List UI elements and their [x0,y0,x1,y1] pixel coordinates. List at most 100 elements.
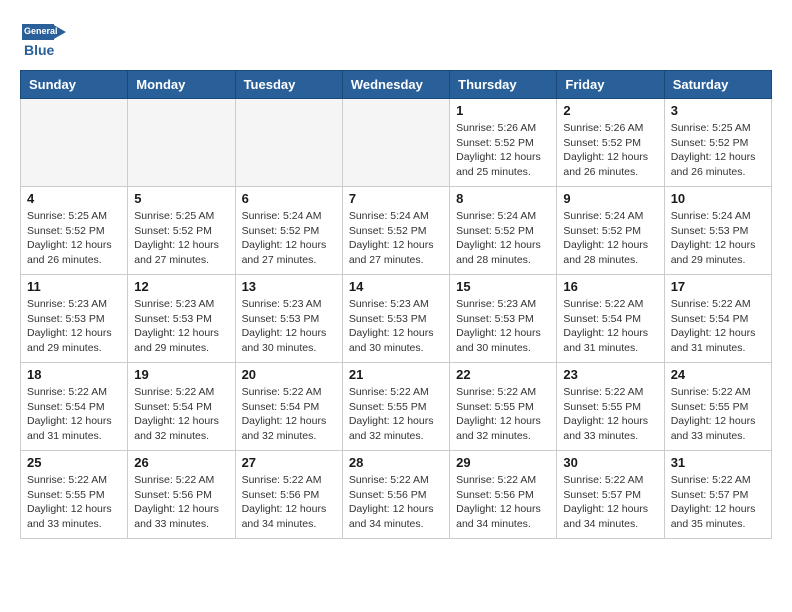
calendar-cell: 10 Sunrise: 5:24 AM Sunset: 5:53 PM Dayli… [664,187,771,275]
day-info: Sunrise: 5:26 AM Sunset: 5:52 PM Dayligh… [563,121,657,180]
calendar-cell: 22 Sunrise: 5:22 AM Sunset: 5:55 PM Dayli… [450,363,557,451]
calendar-cell: 11 Sunrise: 5:23 AM Sunset: 5:53 PM Dayli… [21,275,128,363]
day-header-tuesday: Tuesday [235,71,342,99]
calendar-cell: 26 Sunrise: 5:22 AM Sunset: 5:56 PM Dayli… [128,451,235,539]
day-number: 7 [349,191,443,206]
week-row-5: 25Sunrise: 5:22 AM Sunset: 5:55 PM Dayli… [21,451,772,539]
calendar-cell: 23 Sunrise: 5:22 AM Sunset: 5:55 PM Dayli… [557,363,664,451]
day-info: Sunrise: 5:22 AM Sunset: 5:55 PM Dayligh… [671,385,765,444]
day-info: Sunrise: 5:25 AM Sunset: 5:52 PM Dayligh… [134,209,228,268]
calendar-cell: 31Sunrise: 5:22 AM Sunset: 5:57 PM Dayli… [664,451,771,539]
day-info: Sunrise: 5:22 AM Sunset: 5:54 PM Dayligh… [671,297,765,356]
calendar-cell: 27 Sunrise: 5:22 AM Sunset: 5:56 PM Dayli… [235,451,342,539]
day-header-saturday: Saturday [664,71,771,99]
calendar-table: SundayMondayTuesdayWednesdayThursdayFrid… [20,70,772,539]
day-info: Sunrise: 5:23 AM Sunset: 5:53 PM Dayligh… [242,297,336,356]
calendar-cell: 14 Sunrise: 5:23 AM Sunset: 5:53 PM Dayli… [342,275,449,363]
day-info: Sunrise: 5:24 AM Sunset: 5:52 PM Dayligh… [242,209,336,268]
day-info: Sunrise: 5:22 AM Sunset: 5:56 PM Dayligh… [134,473,228,532]
day-number: 20 [242,367,336,382]
calendar-cell: 29 Sunrise: 5:22 AM Sunset: 5:56 PM Dayli… [450,451,557,539]
day-number: 9 [563,191,657,206]
day-number: 18 [27,367,121,382]
day-number: 19 [134,367,228,382]
week-row-3: 11 Sunrise: 5:23 AM Sunset: 5:53 PM Dayli… [21,275,772,363]
day-number: 5 [134,191,228,206]
day-info: Sunrise: 5:24 AM Sunset: 5:52 PM Dayligh… [456,209,550,268]
calendar-cell [342,99,449,187]
calendar-cell: 13Sunrise: 5:23 AM Sunset: 5:53 PM Dayli… [235,275,342,363]
calendar-cell: 19 Sunrise: 5:22 AM Sunset: 5:54 PM Dayli… [128,363,235,451]
day-number: 10 [671,191,765,206]
day-number: 21 [349,367,443,382]
calendar-cell: 5 Sunrise: 5:25 AM Sunset: 5:52 PM Daylig… [128,187,235,275]
day-info: Sunrise: 5:22 AM Sunset: 5:55 PM Dayligh… [563,385,657,444]
day-number: 27 [242,455,336,470]
day-header-friday: Friday [557,71,664,99]
day-number: 29 [456,455,550,470]
calendar-cell: 20 Sunrise: 5:22 AM Sunset: 5:54 PM Dayli… [235,363,342,451]
day-info: Sunrise: 5:22 AM Sunset: 5:54 PM Dayligh… [242,385,336,444]
day-info: Sunrise: 5:22 AM Sunset: 5:57 PM Dayligh… [671,473,765,532]
calendar-cell: 4Sunrise: 5:25 AM Sunset: 5:52 PM Daylig… [21,187,128,275]
day-number: 11 [27,279,121,294]
day-number: 22 [456,367,550,382]
day-number: 2 [563,103,657,118]
calendar-cell [235,99,342,187]
day-number: 15 [456,279,550,294]
day-info: Sunrise: 5:23 AM Sunset: 5:53 PM Dayligh… [27,297,121,356]
calendar-cell: 16 Sunrise: 5:22 AM Sunset: 5:54 PM Dayli… [557,275,664,363]
day-info: Sunrise: 5:25 AM Sunset: 5:52 PM Dayligh… [671,121,765,180]
day-info: Sunrise: 5:22 AM Sunset: 5:54 PM Dayligh… [563,297,657,356]
day-number: 12 [134,279,228,294]
day-number: 23 [563,367,657,382]
day-number: 26 [134,455,228,470]
calendar-cell: 15Sunrise: 5:23 AM Sunset: 5:53 PM Dayli… [450,275,557,363]
calendar-cell: 9 Sunrise: 5:24 AM Sunset: 5:52 PM Daylig… [557,187,664,275]
day-number: 1 [456,103,550,118]
day-number: 30 [563,455,657,470]
day-info: Sunrise: 5:24 AM Sunset: 5:52 PM Dayligh… [349,209,443,268]
day-info: Sunrise: 5:22 AM Sunset: 5:56 PM Dayligh… [456,473,550,532]
calendar-cell: 17 Sunrise: 5:22 AM Sunset: 5:54 PM Dayli… [664,275,771,363]
day-info: Sunrise: 5:22 AM Sunset: 5:56 PM Dayligh… [242,473,336,532]
day-info: Sunrise: 5:22 AM Sunset: 5:55 PM Dayligh… [27,473,121,532]
calendar-cell: 28Sunrise: 5:22 AM Sunset: 5:56 PM Dayli… [342,451,449,539]
svg-text:General: General [24,26,58,36]
day-info: Sunrise: 5:22 AM Sunset: 5:57 PM Dayligh… [563,473,657,532]
week-row-1: 1 Sunrise: 5:26 AM Sunset: 5:52 PM Daylig… [21,99,772,187]
day-number: 17 [671,279,765,294]
page-header: General Blue [20,20,772,60]
week-row-4: 18 Sunrise: 5:22 AM Sunset: 5:54 PM Dayli… [21,363,772,451]
calendar-cell [21,99,128,187]
day-info: Sunrise: 5:24 AM Sunset: 5:52 PM Dayligh… [563,209,657,268]
day-info: Sunrise: 5:22 AM Sunset: 5:54 PM Dayligh… [134,385,228,444]
calendar-cell: 2 Sunrise: 5:26 AM Sunset: 5:52 PM Daylig… [557,99,664,187]
day-info: Sunrise: 5:22 AM Sunset: 5:55 PM Dayligh… [456,385,550,444]
logo-icon: General Blue [20,20,70,60]
day-info: Sunrise: 5:22 AM Sunset: 5:54 PM Dayligh… [27,385,121,444]
day-number: 14 [349,279,443,294]
day-header-sunday: Sunday [21,71,128,99]
day-number: 3 [671,103,765,118]
day-number: 24 [671,367,765,382]
day-info: Sunrise: 5:23 AM Sunset: 5:53 PM Dayligh… [134,297,228,356]
day-number: 16 [563,279,657,294]
day-info: Sunrise: 5:23 AM Sunset: 5:53 PM Dayligh… [349,297,443,356]
calendar-cell: 12 Sunrise: 5:23 AM Sunset: 5:53 PM Dayli… [128,275,235,363]
svg-text:Blue: Blue [24,42,55,58]
day-number: 8 [456,191,550,206]
calendar-cell: 6Sunrise: 5:24 AM Sunset: 5:52 PM Daylig… [235,187,342,275]
day-header-thursday: Thursday [450,71,557,99]
logo: General Blue [20,20,70,60]
calendar-cell: 7 Sunrise: 5:24 AM Sunset: 5:52 PM Daylig… [342,187,449,275]
calendar-cell: 1Sunrise: 5:26 AM Sunset: 5:52 PM Daylig… [450,99,557,187]
calendar-header-row: SundayMondayTuesdayWednesdayThursdayFrid… [21,71,772,99]
day-header-wednesday: Wednesday [342,71,449,99]
calendar-cell: 3 Sunrise: 5:25 AM Sunset: 5:52 PM Daylig… [664,99,771,187]
calendar-cell: 24 Sunrise: 5:22 AM Sunset: 5:55 PM Dayli… [664,363,771,451]
calendar-cell: 30 Sunrise: 5:22 AM Sunset: 5:57 PM Dayli… [557,451,664,539]
calendar-cell [128,99,235,187]
calendar-cell: 21Sunrise: 5:22 AM Sunset: 5:55 PM Dayli… [342,363,449,451]
day-info: Sunrise: 5:24 AM Sunset: 5:53 PM Dayligh… [671,209,765,268]
